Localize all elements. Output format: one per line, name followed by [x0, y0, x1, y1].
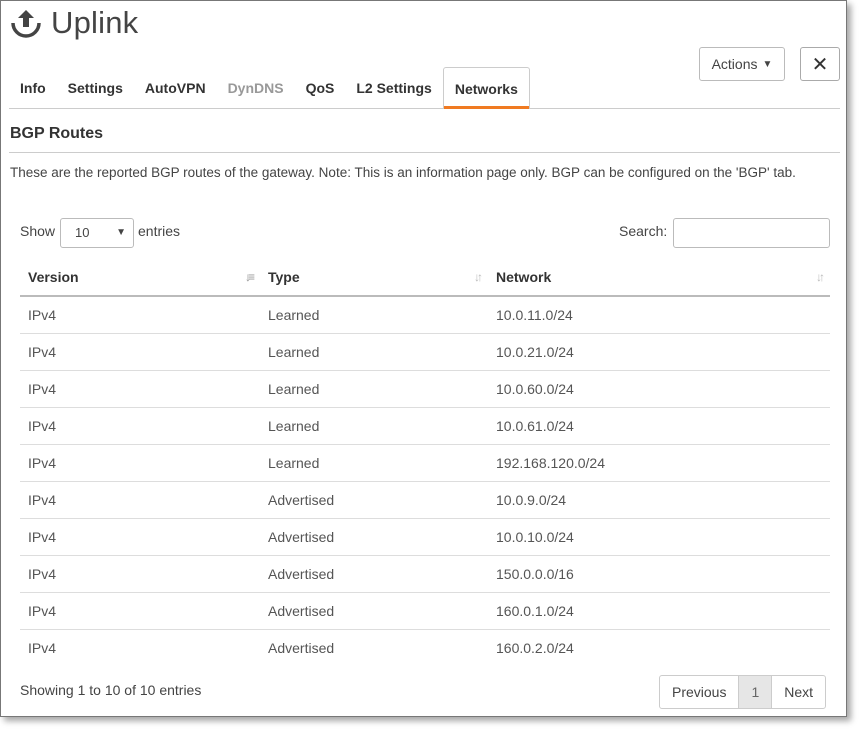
- cell-version: IPv4: [20, 370, 260, 408]
- tab-settings[interactable]: Settings: [57, 67, 134, 109]
- tab-networks[interactable]: Networks: [442, 67, 530, 109]
- search-label: Search:: [619, 223, 668, 239]
- cell-network: 10.0.61.0/24: [488, 407, 830, 445]
- cell-network: 10.0.21.0/24: [488, 333, 830, 371]
- cell-version: IPv4: [20, 444, 260, 482]
- table-header-row: Version ↓≡ Type ↓↑ Network ↓↑: [20, 259, 830, 297]
- column-header-version[interactable]: Version ↓≡: [20, 259, 260, 297]
- uplink-window: Uplink Actions ▼ ✕ Info Settings AutoVPN…: [0, 0, 847, 717]
- cell-type: Advertised: [260, 592, 488, 630]
- cell-version: IPv4: [28, 639, 57, 656]
- cell-type: Advertised: [260, 518, 488, 556]
- table-row: IPv4 Advertised 10.0.9.0/24: [20, 481, 830, 519]
- tab-qos[interactable]: QoS: [295, 67, 346, 109]
- table-row: IPv4 Advertised 150.0.0.0/16: [20, 555, 830, 593]
- cell-type: Advertised: [268, 639, 335, 656]
- tab-bar: Info Settings AutoVPN DynDNS QoS L2 Sett…: [9, 67, 840, 109]
- show-label: Show: [20, 223, 56, 239]
- cell-network: 160.0.1.0/24: [488, 592, 830, 630]
- cell-network: 10.0.11.0/24: [488, 296, 830, 334]
- column-label: Type: [268, 269, 300, 285]
- tab-info[interactable]: Info: [9, 67, 57, 109]
- cell-network: 160.0.2.0/24: [496, 639, 574, 656]
- cell-version: IPv4: [20, 296, 260, 334]
- table-row: IPv4 Learned 192.168.120.0/24: [20, 444, 830, 482]
- column-label: Network: [496, 269, 552, 285]
- cell-version: IPv4: [20, 333, 260, 371]
- page-title: Uplink: [51, 5, 139, 40]
- tab-l2-settings[interactable]: L2 Settings: [345, 67, 442, 109]
- cell-network: 10.0.60.0/24: [488, 370, 830, 408]
- column-header-network[interactable]: Network ↓↑: [488, 259, 830, 297]
- cell-type: Learned: [260, 370, 488, 408]
- bgp-routes-table: Version ↓≡ Type ↓↑ Network ↓↑ IPv4 Learn…: [20, 259, 830, 666]
- next-page-button[interactable]: Next: [772, 676, 825, 708]
- cell-version: IPv4: [20, 592, 260, 630]
- table-row: IPv4 Advertised 160.0.2.0/24: [20, 629, 830, 666]
- entries-label: entries: [138, 223, 181, 239]
- tab-dyndns: DynDNS: [227, 80, 284, 96]
- section-title: BGP Routes: [10, 125, 104, 142]
- search-input[interactable]: [673, 218, 830, 248]
- table-info: Showing 1 to 10 of 10 entries: [20, 682, 202, 698]
- sort-icon: ↓↑: [816, 270, 825, 284]
- cell-type: Learned: [260, 333, 488, 371]
- page-number-button[interactable]: 1: [738, 676, 773, 708]
- cell-type: Advertised: [260, 481, 488, 519]
- section-divider: [9, 152, 840, 153]
- page-header: Uplink: [9, 5, 138, 41]
- cell-type: Learned: [260, 296, 488, 334]
- cell-version: IPv4: [20, 518, 260, 556]
- pagination: Previous 1 Next: [659, 675, 827, 709]
- cell-network: 10.0.9.0/24: [488, 481, 830, 519]
- previous-page-button[interactable]: Previous: [660, 676, 738, 708]
- table-row: IPv4 Learned 10.0.60.0/24: [20, 370, 830, 408]
- column-label: Version: [28, 269, 79, 285]
- table-row: IPv4 Learned 10.0.21.0/24: [20, 333, 830, 371]
- cell-type: Advertised: [260, 555, 488, 593]
- cell-network: 150.0.0.0/16: [488, 555, 830, 593]
- table-row: IPv4 Learned 10.0.61.0/24: [20, 407, 830, 445]
- tab-autovpn[interactable]: AutoVPN: [134, 67, 217, 109]
- cell-version: IPv4: [20, 481, 260, 519]
- table-row: IPv4 Learned 10.0.11.0/24: [20, 296, 830, 334]
- cell-type: Learned: [260, 407, 488, 445]
- table-row: IPv4 Advertised 10.0.10.0/24: [20, 518, 830, 556]
- cell-version: IPv4: [20, 555, 260, 593]
- column-header-type[interactable]: Type ↓↑: [260, 259, 488, 297]
- chevron-down-icon: ▼: [116, 227, 126, 238]
- sort-ascending-icon: ↓≡: [244, 270, 255, 284]
- cell-network: 10.0.10.0/24: [488, 518, 830, 556]
- page-size-value: 10: [75, 225, 90, 240]
- sort-icon: ↓↑: [474, 270, 483, 284]
- cell-type: Learned: [260, 444, 488, 482]
- cell-network: 192.168.120.0/24: [488, 444, 830, 482]
- cell-version: IPv4: [20, 407, 260, 445]
- upload-icon: [9, 6, 43, 40]
- table-row: IPv4 Advertised 160.0.1.0/24: [20, 592, 830, 630]
- page-size-select[interactable]: 10 ▼: [60, 218, 134, 248]
- section-description: These are the reported BGP routes of the…: [10, 165, 796, 180]
